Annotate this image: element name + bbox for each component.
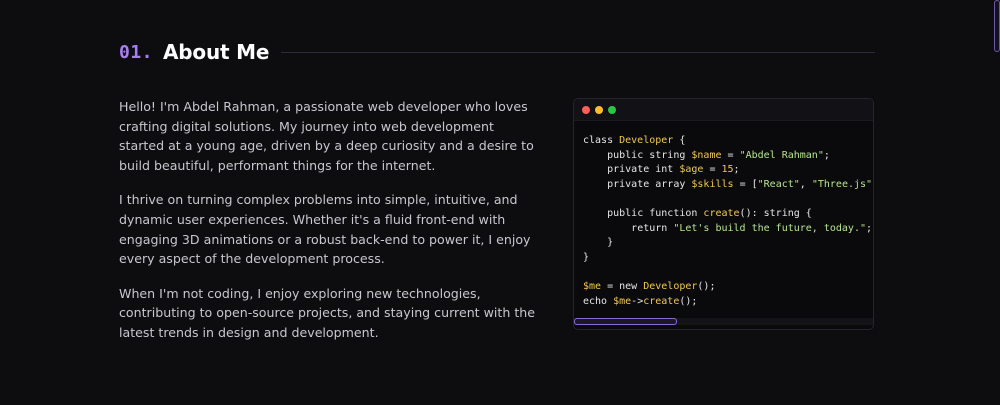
- code-line-8: }: [583, 251, 590, 263]
- maximize-dot-icon: [608, 105, 616, 114]
- code-line-4: private array $skills = ["React", "Three…: [607, 178, 873, 190]
- bio-paragraph: When I'm not coding, I enjoy exploring n…: [119, 285, 536, 340]
- section-heading: 01. About Me: [119, 38, 875, 66]
- heading-divider: [281, 51, 875, 53]
- bio-text: Hello! I'm Abdel Rahman, a passionate we…: [119, 97, 539, 358]
- about-section: 01. About Me Hello! I'm Abdel Rahman, a …: [0, 0, 1000, 405]
- section-number: 01.: [119, 41, 154, 63]
- page-scrollbar-thumb[interactable]: [994, 0, 1000, 52]
- code-scrollbar-thumb[interactable]: [574, 318, 677, 325]
- bio-paragraph: I thrive on turning complex problems int…: [119, 192, 531, 267]
- code-line-9: $me = new Developer();: [583, 280, 716, 292]
- code-line-3: private int $age = 15;: [607, 164, 740, 176]
- minimize-dot-icon: [595, 105, 603, 114]
- code-line-10: echo $me->create();: [583, 295, 698, 307]
- code-line-6: return "Let's build the future, today.";: [631, 222, 873, 234]
- code-window-titlebar: [574, 99, 873, 121]
- code-line-1: class Developer {: [583, 135, 686, 146]
- close-dot-icon: [582, 105, 590, 114]
- code-block: class Developer { public string $name = …: [583, 134, 873, 309]
- code-line-7: }: [583, 237, 614, 249]
- code-window: class Developer { public string $name = …: [573, 98, 874, 330]
- section-title: About Me: [163, 40, 270, 64]
- bio-paragraph: Hello! I'm Abdel Rahman, a passionate we…: [119, 99, 534, 173]
- code-line-2: public string $name = "Abdel Rahman";: [607, 149, 830, 161]
- code-line-5: public function create(): string {: [607, 207, 812, 219]
- code-horizontal-scrollbar[interactable]: [574, 318, 873, 325]
